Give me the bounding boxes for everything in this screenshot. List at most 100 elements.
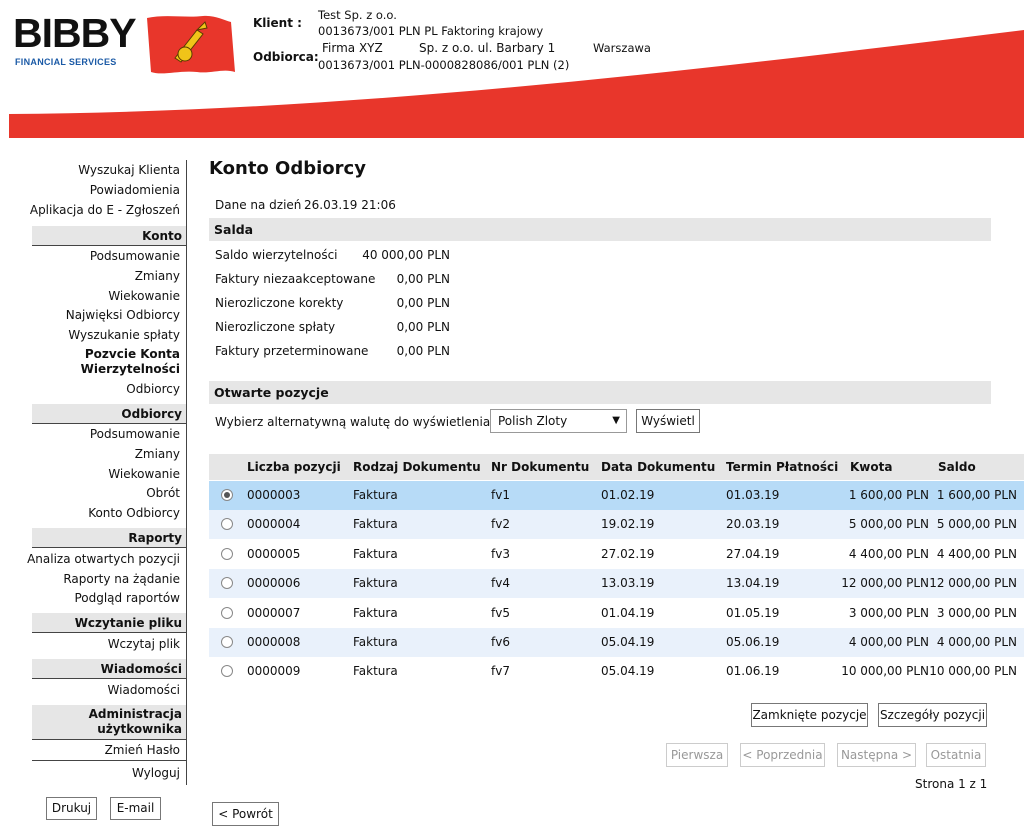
table-cell: 0000007 [247, 605, 301, 620]
table-cell: fv5 [491, 605, 510, 620]
table-cell: Faktura [353, 605, 398, 620]
row-select-radio[interactable] [221, 547, 233, 560]
table-cell: fv3 [491, 546, 510, 561]
recipient-city: Warszawa [593, 41, 651, 55]
nav-heading-account: Konto [32, 226, 186, 246]
table-row[interactable]: 0000003 Faktura fv1 01.02.19 01.03.19 1 600,0… [209, 481, 1024, 510]
table-cell: Faktura [353, 635, 398, 649]
nav-upload-file[interactable]: Wczytaj plik [108, 637, 180, 651]
item-details-button[interactable]: Szczegóły pozycji [878, 703, 987, 727]
back-button[interactable]: < Powrót [212, 802, 279, 826]
nav-recipients-aging[interactable]: Wiekowanie [108, 467, 180, 481]
table-cell: fv2 [491, 517, 510, 532]
nav-reports-preview[interactable]: Podgląd raportów [74, 591, 180, 605]
row-select-radio[interactable] [221, 489, 233, 501]
table-cell: 0000003 [247, 488, 301, 502]
pager-last-button[interactable]: Ostatnia [926, 743, 986, 767]
table-cell: 01.06.19 [726, 664, 780, 679]
currency-select[interactable]: Polish Zloty ▼ [490, 409, 627, 433]
table-cell: 20.03.19 [726, 517, 780, 532]
balance-value: 0,00 PLN [396, 296, 450, 310]
table-cell: fv6 [491, 635, 510, 649]
nav-account-changes[interactable]: Zmiany [135, 269, 180, 283]
table-cell: 0000006 [247, 576, 301, 591]
nav-reports-on-demand[interactable]: Raporty na żądanie [63, 572, 180, 586]
nav-account-aging[interactable]: Wiekowanie [108, 289, 180, 303]
email-button[interactable]: E-mail [110, 797, 161, 820]
row-select-radio[interactable] [221, 606, 233, 619]
row-select-radio[interactable] [221, 577, 233, 590]
table-cell: fv7 [491, 664, 510, 679]
print-button[interactable]: Drukuj [46, 797, 97, 820]
nav-largest-recipients[interactable]: Najwięksi Odbiorcy [66, 308, 180, 322]
pager-next-button[interactable]: Następna > [837, 743, 916, 767]
nav-receivables-recipients[interactable]: Odbiorcy [126, 382, 180, 396]
table-cell: fv4 [491, 576, 510, 591]
table-row[interactable]: 0000009 Faktura fv7 05.04.19 01.06.19 10 000,… [209, 657, 1024, 687]
nav-account-summary[interactable]: Podsumowanie [90, 249, 180, 263]
table-cell: Faktura [353, 488, 398, 502]
row-select-radio[interactable] [221, 665, 233, 678]
nav-separator [32, 760, 186, 761]
nav-change-password[interactable]: Zmień Hasło [105, 743, 180, 757]
pager-prev-button[interactable]: < Poprzednia [740, 743, 825, 767]
table-cell: 05.06.19 [726, 635, 780, 649]
row-select-radio[interactable] [221, 518, 233, 531]
table-cell-balance: 5 000,00 PLN [936, 517, 1017, 532]
balance-value: 0,00 PLN [396, 344, 450, 358]
flag-logo-icon [147, 15, 235, 74]
nav-payment-search[interactable]: Wyszukanie spłaty [68, 328, 180, 342]
closed-items-button[interactable]: Zamknięte pozycje [751, 703, 868, 727]
nav-open-items-analysis[interactable]: Analiza otwartych pozycji [27, 552, 180, 566]
table-row[interactable]: 0000007 Faktura fv5 01.04.19 01.05.19 3 000,0… [209, 598, 1024, 628]
table-cell-balance: 12 000,00 PLN [929, 576, 1017, 591]
nav-messages[interactable]: Wiadomości [108, 683, 180, 697]
nav-heading-messages: Wiadomości [32, 659, 186, 679]
table-cell: fv1 [491, 488, 510, 502]
table-header: Liczba pozycji Rodzaj Dokumentu Nr Dokum… [209, 454, 1024, 480]
column-header: Rodzaj Dokumentu [353, 460, 481, 474]
table-row[interactable]: 0000008 Faktura fv6 05.04.19 05.06.19 4 000,0… [209, 628, 1024, 657]
table-cell: Faktura [353, 546, 398, 561]
nav-recipients-turnover[interactable]: Obrót [146, 486, 180, 500]
pager-status: Strona 1 z 1 [915, 777, 988, 791]
balance-label: Nierozliczone spłaty [215, 320, 336, 334]
nav-e-submission-app[interactable]: Aplikacja do E - Zgłoszeń [30, 203, 180, 217]
column-header: Kwota [850, 460, 893, 474]
dropdown-arrow-icon: ▼ [612, 415, 620, 426]
nav-search-client[interactable]: Wyszukaj Klienta [78, 163, 180, 177]
table-cell: 27.02.19 [601, 546, 655, 561]
table-cell: 0000005 [247, 546, 301, 561]
table-row[interactable]: 0000005 Faktura fv3 27.02.19 27.04.19 4 400,0… [209, 539, 1024, 569]
table-cell: 01.03.19 [726, 488, 780, 502]
pager-first-button[interactable]: Pierwsza [666, 743, 728, 767]
client-name: Test Sp. z o.o. [318, 8, 397, 22]
nav-heading-receivables: Pozvcie Konta Wierzytelności [80, 347, 180, 376]
table-cell-balance: 4 400,00 PLN [936, 546, 1017, 561]
table-cell: 0000008 [247, 635, 301, 649]
client-account: 0013673/001 PLN PL Faktoring krajowy [318, 24, 544, 38]
recipient-name: Firma XYZ [322, 41, 383, 55]
nav-recipients-changes[interactable]: Zmiany [135, 447, 180, 461]
table-cell: 19.02.19 [601, 517, 655, 532]
data-date-label: Dane na dzień [215, 198, 302, 212]
table-cell-balance: 3 000,00 PLN [936, 605, 1017, 620]
table-cell: Faktura [353, 664, 398, 679]
column-header: Data Dokumentu [601, 460, 716, 474]
balance-value: 40 000,00 PLN [362, 248, 450, 262]
balance-value: 0,00 PLN [396, 320, 450, 334]
table-row[interactable]: 0000004 Faktura fv2 19.02.19 20.03.19 5 000,0… [209, 510, 1024, 540]
table-cell: 0000004 [247, 517, 301, 532]
nav-recipients-summary[interactable]: Podsumowanie [90, 427, 180, 441]
table-row[interactable]: 0000006 Faktura fv4 13.03.19 13.04.19 12 000,… [209, 569, 1024, 599]
column-header: Termin Płatności [726, 460, 839, 474]
nav-recipient-account[interactable]: Konto Odbiorcy [88, 506, 180, 520]
table-cell: Faktura [353, 576, 398, 591]
balance-value: 0,00 PLN [396, 272, 450, 286]
row-select-radio[interactable] [221, 636, 233, 648]
nav-notifications[interactable]: Powiadomienia [90, 183, 180, 197]
nav-logout[interactable]: Wyloguj [132, 766, 180, 780]
table-cell: 01.05.19 [726, 605, 780, 620]
show-button[interactable]: Wyświetl [636, 409, 700, 433]
nav-heading-user-admin: Administracja użytkownika [32, 705, 186, 740]
